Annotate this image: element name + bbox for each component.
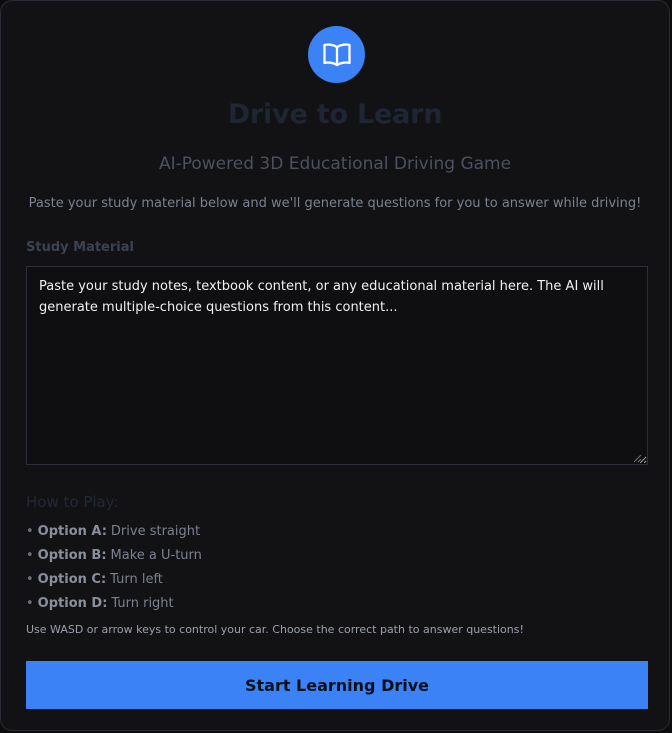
option-text: Turn right	[111, 596, 174, 611]
intro-text: Paste your study material below and we'l…	[28, 196, 642, 211]
option-text: Make a U-turn	[110, 548, 202, 563]
option-text: Drive straight	[110, 524, 201, 539]
controls-hint: Use WASD or arrow keys to control your c…	[26, 623, 524, 636]
study-material-input[interactable]	[26, 266, 648, 465]
option-key: Option B:	[37, 548, 107, 563]
option-b-item: • Option B: Make a U-turn	[26, 548, 202, 563]
open-book-icon	[322, 42, 351, 66]
how-to-play-title: How to Play:	[26, 493, 119, 511]
option-key: Option D:	[37, 596, 108, 611]
option-text: Turn left	[110, 572, 163, 587]
page-subtitle: AI-Powered 3D Educational Driving Game	[158, 154, 512, 174]
option-a-item: • Option A: Drive straight	[26, 524, 201, 539]
option-key: Option C:	[37, 572, 107, 587]
setup-card: Drive to Learn AI-Powered 3D Educational…	[0, 0, 670, 731]
option-key: Option A:	[37, 524, 107, 539]
study-material-label: Study Material	[26, 240, 134, 255]
logo-badge	[308, 26, 365, 83]
option-c-item: • Option C: Turn left	[26, 572, 163, 587]
start-learning-drive-button[interactable]: Start Learning Drive	[26, 661, 648, 709]
option-d-item: • Option D: Turn right	[26, 596, 174, 611]
page-title: Drive to Learn	[227, 99, 443, 130]
resize-handle-icon[interactable]	[632, 453, 642, 463]
